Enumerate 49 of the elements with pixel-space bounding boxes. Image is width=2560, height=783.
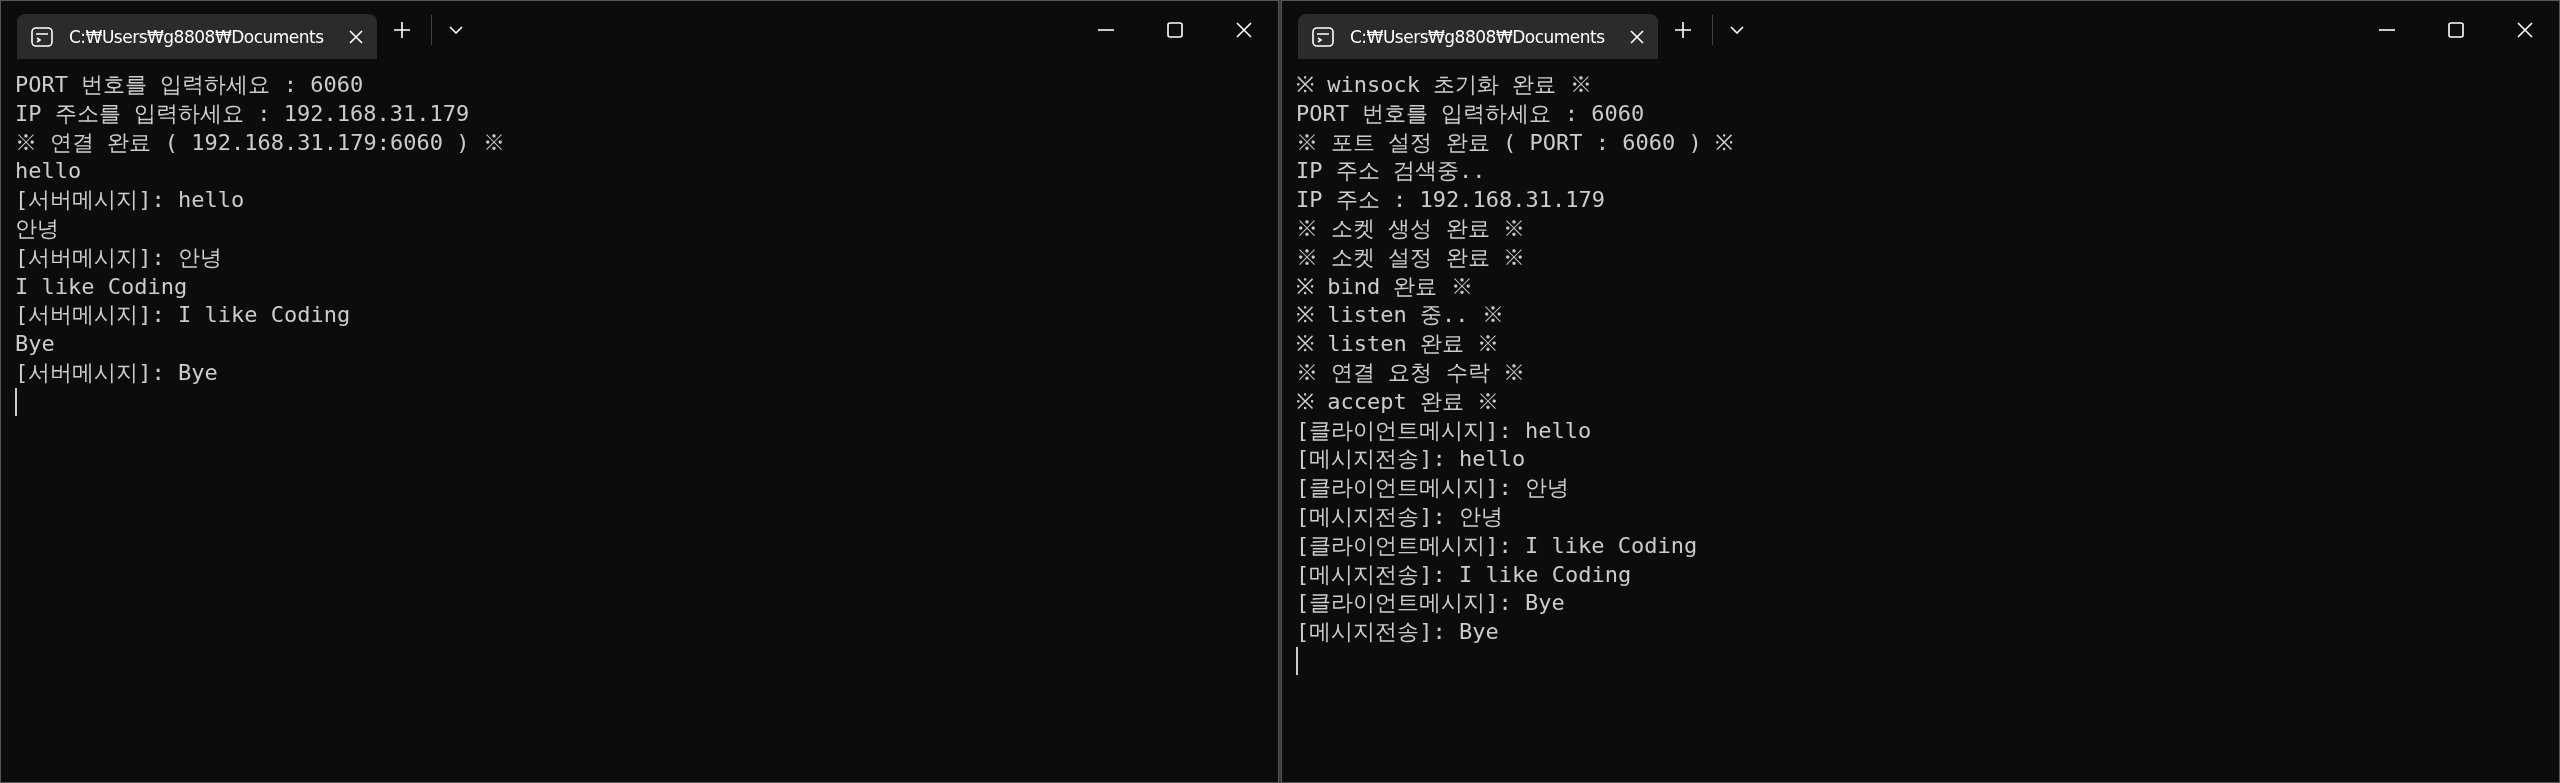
console-line: ※ 소켓 설정 완료 ※ [1296, 243, 1525, 272]
minimize-icon[interactable] [2378, 29, 2395, 31]
close-icon[interactable] [349, 29, 363, 44]
console-line: [클라이언트메시지]: hello [1296, 416, 1592, 445]
console-line: [클라이언트메시지]: Bye [1296, 589, 1565, 618]
console-line: ※ listen 중.. ※ [1296, 301, 1504, 330]
minimize-icon[interactable] [1097, 29, 1114, 31]
console-line: [메시지전송]: 안녕 [1296, 502, 1503, 531]
console-line: [서버메시지]: Bye [15, 358, 218, 387]
console-line: hello [15, 157, 82, 186]
console-line: [서버메시지]: hello [15, 186, 245, 215]
console-line: ※ bind 완료 ※ [1296, 272, 1473, 301]
maximize-icon[interactable] [1166, 22, 1183, 38]
console-line: IP 주소 검색중.. [1296, 157, 1486, 186]
console-line: [클라이언트메시지]: 안녕 [1296, 474, 1569, 503]
console-line: ※ listen 완료 ※ [1296, 330, 1500, 359]
console-line: ※ 포트 설정 완료 ( PORT : 6060 ) ※ [1296, 128, 1733, 157]
console-line: ※ winsock 초기화 완료 ※ [1296, 71, 1592, 99]
console-line: ※ 연결 완료 ( 192.168.31.179:6060 ) ※ [15, 128, 505, 157]
console-line: [메시지전송]: hello [1296, 445, 1526, 474]
console-line: [메시지전송]: I like Coding [1296, 560, 1632, 589]
close-icon[interactable] [1630, 29, 1644, 44]
console-line: IP 주소 : 192.168.31.179 [1296, 186, 1605, 215]
terminal-tab[interactable]: C:₩Users₩g8808₩Documents [1298, 14, 1658, 59]
tab-title: C:₩Users₩g8808₩Documents [1350, 26, 1606, 47]
console-line: I like Coding [15, 272, 188, 301]
terminal-icon [1312, 25, 1334, 48]
console-line: [메시지전송]: Bye [1296, 618, 1499, 647]
chevron-down-icon[interactable] [449, 26, 463, 34]
console-line: PORT 번호를 입력하세요 : 6060 [1296, 99, 1645, 128]
maximize-icon[interactable] [2447, 22, 2464, 38]
console-line: [클라이언트메시지]: I like Coding [1296, 531, 1698, 560]
console-line: ※ 연결 요청 수락 ※ [1296, 358, 1525, 387]
console-line: Bye [15, 330, 55, 359]
plus-icon[interactable] [1675, 22, 1691, 38]
tab-title: C:₩Users₩g8808₩Documents [69, 26, 325, 47]
console-line: PORT 번호를 입력하세요 : 6060 [15, 71, 364, 99]
console-line: ※ 소켓 생성 완료 ※ [1296, 215, 1525, 243]
console-line: IP 주소를 입력하세요 : 192.168.31.179 [15, 99, 470, 128]
console-line: 안녕 [15, 215, 59, 243]
terminal-icon [31, 25, 53, 48]
terminal-tab[interactable]: C:₩Users₩g8808₩Documents [17, 14, 377, 59]
console-line: ※ accept 완료 ※ [1296, 387, 1500, 416]
close-icon[interactable] [2516, 22, 2533, 38]
console-line: [서버메시지]: I like Coding [15, 301, 351, 330]
close-icon[interactable] [1235, 22, 1252, 38]
console-line: [서버메시지]: 안녕 [15, 243, 222, 272]
plus-icon[interactable] [394, 22, 410, 38]
chevron-down-icon[interactable] [1730, 26, 1744, 34]
